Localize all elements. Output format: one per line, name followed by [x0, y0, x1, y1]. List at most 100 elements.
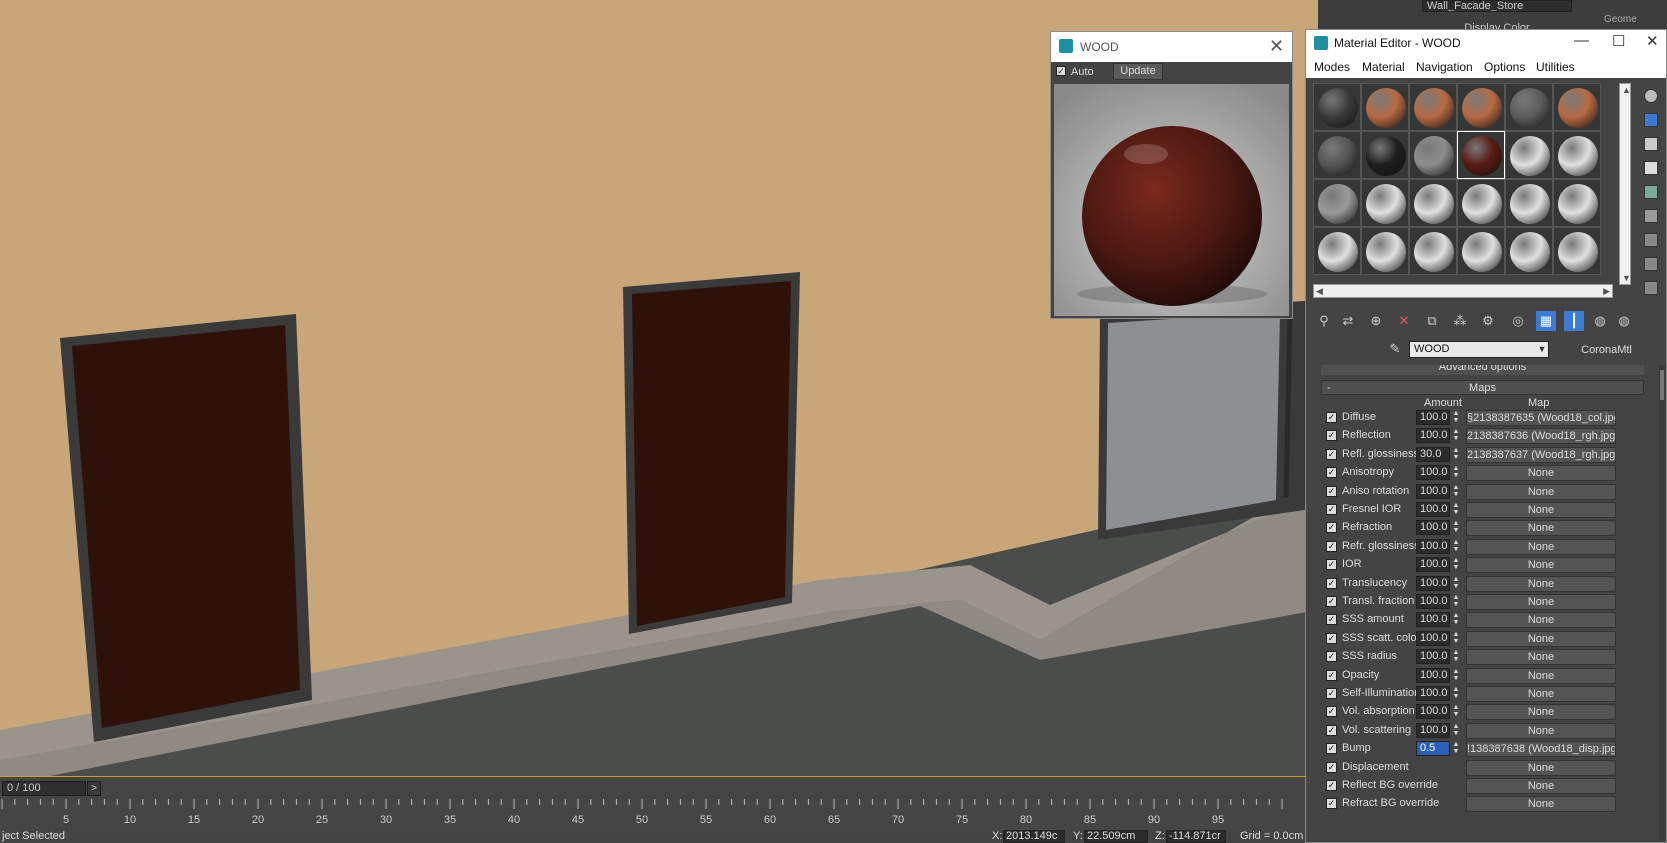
params-scrollbar[interactable] [1659, 365, 1665, 840]
material-slot[interactable] [1361, 131, 1409, 179]
material-slot[interactable] [1313, 131, 1361, 179]
amount-spinner[interactable]: ▲ ▼ [1451, 649, 1461, 664]
map-slot-button[interactable]: 2138387636 (Wood18_rgh.jpg) [1466, 428, 1616, 445]
map-enable-checkbox[interactable]: ✓ [1326, 761, 1337, 773]
map-slot-button[interactable]: §2138387635 (Wood18_col.jpg) [1466, 410, 1616, 426]
maps-rollout[interactable]: - Maps [1321, 380, 1644, 395]
minimize-icon[interactable]: — [1574, 32, 1589, 49]
material-slot[interactable] [1409, 227, 1457, 275]
map-slot-button[interactable]: None [1466, 704, 1616, 721]
map-amount-field[interactable]: 100.0 [1416, 465, 1450, 481]
amount-spinner[interactable]: ▲ ▼ [1451, 631, 1461, 646]
map-slot-button[interactable]: None [1466, 502, 1616, 518]
sample-type-icon[interactable] [1644, 89, 1658, 103]
scroll-down-icon[interactable]: ▼ [1622, 273, 1631, 283]
map-slot-button[interactable]: None [1466, 557, 1616, 574]
video-color-icon[interactable] [1644, 185, 1658, 199]
time-next-button[interactable]: > [87, 781, 101, 796]
map-slot-button[interactable]: None [1466, 722, 1616, 739]
map-slot-button[interactable]: None [1466, 667, 1616, 684]
map-enable-checkbox[interactable]: ✓ [1326, 651, 1337, 663]
map-slot-button[interactable]: None [1466, 612, 1616, 629]
sample-uv-icon[interactable] [1644, 161, 1658, 175]
map-slot-button[interactable]: None [1466, 796, 1616, 813]
map-slot-button[interactable]: None [1466, 483, 1616, 500]
map-slot-button[interactable]: 2138387637 (Wood18_rgh.jpg) [1466, 446, 1616, 463]
map-enable-checkbox[interactable]: ✓ [1326, 577, 1337, 589]
x-coord-field[interactable]: 2013.149c [1003, 830, 1065, 843]
map-enable-checkbox[interactable]: ✓ [1326, 430, 1337, 442]
amount-spinner[interactable]: ▲ ▼ [1451, 465, 1461, 480]
map-amount-field[interactable]: 100.0 [1416, 520, 1450, 536]
map-slot-button[interactable]: None [1466, 465, 1616, 482]
amount-spinner[interactable]: ▲ ▼ [1451, 594, 1461, 609]
make-preview-icon[interactable] [1644, 209, 1658, 223]
amount-spinner[interactable]: ▲ ▼ [1451, 557, 1461, 572]
reset-map-icon[interactable]: ✕ [1394, 311, 1414, 331]
assign-to-selection-icon[interactable]: ⊕ [1366, 311, 1386, 331]
map-enable-checkbox[interactable]: ✓ [1326, 485, 1337, 497]
menu-utilities[interactable]: Utilities [1536, 60, 1575, 74]
amount-spinner[interactable]: ▲ ▼ [1451, 723, 1461, 738]
map-enable-checkbox[interactable]: ✓ [1326, 743, 1337, 755]
map-amount-field[interactable]: 0.5 [1416, 741, 1450, 757]
put-to-library-icon[interactable]: ⚙ [1478, 311, 1498, 331]
map-enable-checkbox[interactable]: ✓ [1326, 614, 1337, 626]
map-amount-field[interactable]: 100.0 [1416, 483, 1450, 499]
map-enable-checkbox[interactable]: ✓ [1326, 596, 1337, 607]
map-amount-field[interactable]: 100.0 [1416, 630, 1450, 646]
chevron-down-icon[interactable]: ▼ [1536, 342, 1548, 356]
menu-modes[interactable]: Modes [1314, 60, 1350, 74]
map-amount-field[interactable]: 100.0 [1416, 594, 1450, 609]
make-copy-icon[interactable]: ⧉ [1422, 311, 1442, 331]
map-enable-checkbox[interactable]: ✓ [1326, 540, 1337, 552]
menu-material[interactable]: Material [1362, 60, 1405, 74]
editor-titlebar[interactable]: Material Editor - WOOD — ☐ ✕ [1306, 30, 1666, 56]
material-slot[interactable] [1409, 131, 1457, 179]
select-by-material-icon[interactable] [1644, 257, 1658, 271]
params-scroll-thumb[interactable] [1660, 370, 1664, 400]
material-slot[interactable] [1313, 83, 1361, 131]
map-slot-button[interactable]: !138387638 (Wood18_disp.jpg) [1466, 741, 1616, 758]
scroll-right-icon[interactable]: ▶ [1603, 286, 1610, 297]
show-end-result-icon[interactable]: ┃ [1564, 311, 1584, 331]
map-amount-field[interactable]: 100.0 [1416, 686, 1450, 701]
map-amount-field[interactable]: 100.0 [1416, 649, 1450, 665]
material-slot[interactable] [1409, 83, 1457, 131]
preview-titlebar[interactable]: WOOD ✕ [1051, 32, 1292, 62]
show-map-icon[interactable]: ▦ [1536, 311, 1556, 331]
material-slot[interactable] [1505, 179, 1553, 227]
map-slot-button[interactable]: None [1466, 649, 1616, 666]
amount-spinner[interactable]: ▲ ▼ [1451, 410, 1461, 425]
material-editor-window[interactable]: Material Editor - WOOD — ☐ ✕ Modes Mater… [1305, 29, 1667, 843]
sample-slots[interactable] [1313, 83, 1613, 283]
map-enable-checkbox[interactable]: ✓ [1326, 412, 1337, 423]
material-slot[interactable] [1313, 227, 1361, 275]
material-slot[interactable] [1361, 227, 1409, 275]
material-slot[interactable] [1409, 179, 1457, 227]
map-enable-checkbox[interactable]: ✓ [1326, 448, 1337, 460]
material-slot[interactable] [1457, 83, 1505, 131]
material-type-button[interactable]: CoronaMtl [1554, 341, 1659, 359]
map-enable-checkbox[interactable]: ✓ [1326, 504, 1337, 515]
options-icon[interactable] [1644, 233, 1658, 247]
map-amount-field[interactable]: 100.0 [1416, 557, 1450, 573]
map-amount-field[interactable]: 100.0 [1416, 704, 1450, 720]
object-name-field[interactable]: Wall_Facade_Store [1422, 0, 1572, 12]
material-slot[interactable] [1553, 131, 1601, 179]
background-icon[interactable] [1644, 137, 1658, 151]
close-icon[interactable]: ✕ [1269, 36, 1284, 57]
map-slot-button[interactable]: None [1466, 538, 1616, 555]
z-coord-field[interactable]: -114.871cr [1166, 830, 1226, 843]
time-slider[interactable]: 0 / 100 [2, 781, 86, 796]
amount-spinner[interactable]: ▲ ▼ [1451, 612, 1461, 627]
material-name-field[interactable]: WOOD [1409, 341, 1549, 358]
update-button[interactable]: Update [1113, 63, 1163, 80]
amount-spinner[interactable]: ▲ ▼ [1451, 668, 1461, 683]
map-enable-checkbox[interactable]: ✓ [1326, 632, 1337, 644]
map-amount-field[interactable]: 30.0 [1416, 446, 1450, 462]
material-slot[interactable] [1505, 83, 1553, 131]
go-forward-sibling-icon[interactable]: ◍ [1614, 311, 1634, 331]
material-slot[interactable] [1361, 179, 1409, 227]
slots-horizontal-scrollbar[interactable]: ◀ ▶ [1313, 284, 1613, 298]
